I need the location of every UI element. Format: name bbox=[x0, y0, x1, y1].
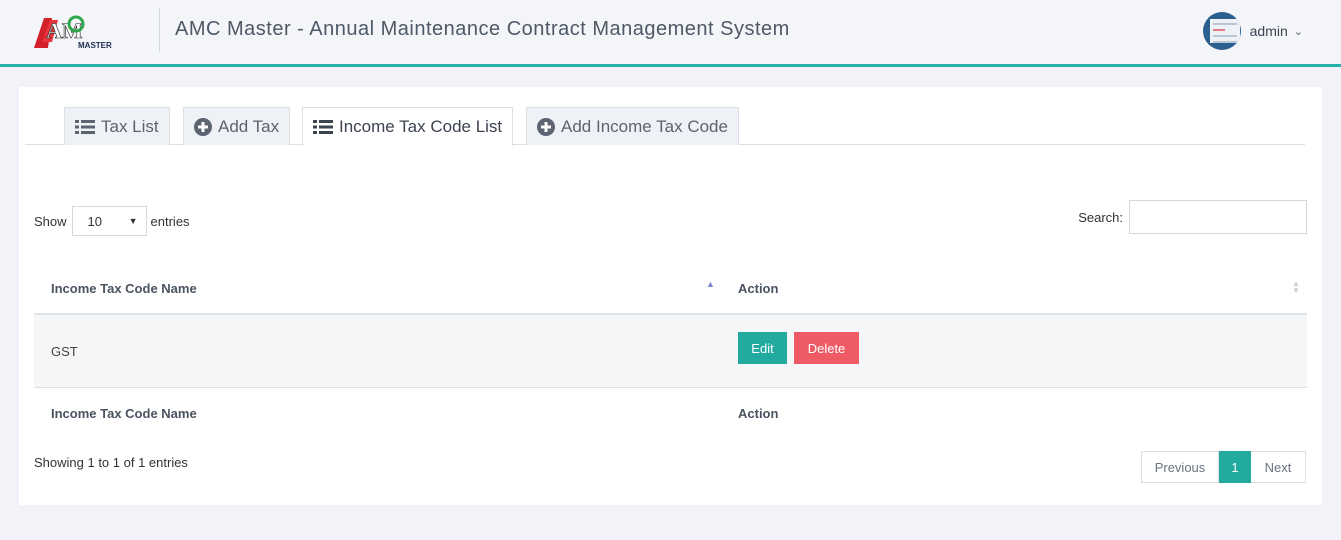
column-header-action[interactable]: Action bbox=[738, 264, 1307, 313]
table-info: Showing 1 to 1 of 1 entries bbox=[34, 455, 188, 470]
user-menu[interactable]: admin ⌄ bbox=[1202, 12, 1303, 50]
page-1-button[interactable]: 1 bbox=[1219, 451, 1251, 483]
footer-column-action: Action bbox=[738, 406, 779, 421]
table-footer: Income Tax Code Name Action bbox=[34, 387, 1307, 439]
tab-label: Add Income Tax Code bbox=[561, 116, 728, 136]
sort-both-icon: ▲ ▼ bbox=[1292, 279, 1300, 295]
tab-income-tax-code-list[interactable]: Income Tax Code List bbox=[302, 107, 514, 146]
pagination: Previous 1 Next bbox=[1141, 451, 1306, 483]
search-control: Search: bbox=[1078, 200, 1307, 234]
app-title: AMC Master - Annual Maintenance Contract… bbox=[175, 18, 790, 40]
previous-page-button[interactable]: Previous bbox=[1141, 451, 1219, 483]
entries-label: entries bbox=[150, 213, 190, 229]
column-header-name[interactable]: Income Tax Code Name bbox=[51, 264, 721, 313]
page-size-value: 10 bbox=[87, 213, 102, 229]
footer-column-name: Income Tax Code Name bbox=[51, 406, 197, 421]
search-label: Search: bbox=[1078, 209, 1123, 225]
tab-label: Income Tax Code List bbox=[339, 117, 503, 136]
avatar bbox=[1202, 12, 1241, 50]
show-label: Show bbox=[34, 213, 67, 229]
tab-tax-list[interactable]: Tax List bbox=[64, 107, 170, 145]
income-tax-code-name: GST bbox=[51, 343, 78, 359]
amc-logo[interactable]: AM MASTER bbox=[30, 12, 114, 52]
username: admin bbox=[1249, 23, 1288, 39]
list-icon bbox=[75, 119, 95, 135]
header-divider bbox=[159, 8, 160, 52]
plus-circle-icon bbox=[537, 117, 555, 136]
top-navbar: AM MASTER AMC Master - Annual Maintenanc… bbox=[0, 0, 1341, 67]
list-icon bbox=[313, 119, 333, 135]
tab-label: Tax List bbox=[101, 116, 159, 136]
edit-button[interactable]: Edit bbox=[738, 332, 787, 364]
next-page-button[interactable]: Next bbox=[1251, 451, 1306, 483]
plus-circle-icon bbox=[194, 117, 212, 136]
chevron-down-icon: ⌄ bbox=[1293, 25, 1303, 38]
select-caret-icon: ▼ bbox=[128, 216, 138, 226]
page-size-control: Show 10 ▼ entries bbox=[34, 206, 190, 236]
page-size-select[interactable]: 10 ▼ bbox=[71, 206, 147, 236]
sort-ascending-icon: ▲ bbox=[706, 279, 715, 289]
table-header: Income Tax Code Name ▲ Action ▲ ▼ bbox=[34, 264, 1307, 315]
tab-label: Add Tax bbox=[218, 116, 280, 136]
content-panel: Tax List Add Tax Income Tax Code List Ad… bbox=[19, 87, 1322, 505]
table-row: GST Edit Delete bbox=[34, 315, 1307, 387]
svg-text:MASTER: MASTER bbox=[78, 41, 112, 50]
search-input[interactable] bbox=[1129, 200, 1307, 234]
tab-add-tax[interactable]: Add Tax bbox=[183, 107, 291, 145]
delete-button[interactable]: Delete bbox=[794, 332, 859, 364]
tab-add-income-tax-code[interactable]: Add Income Tax Code bbox=[526, 107, 739, 145]
